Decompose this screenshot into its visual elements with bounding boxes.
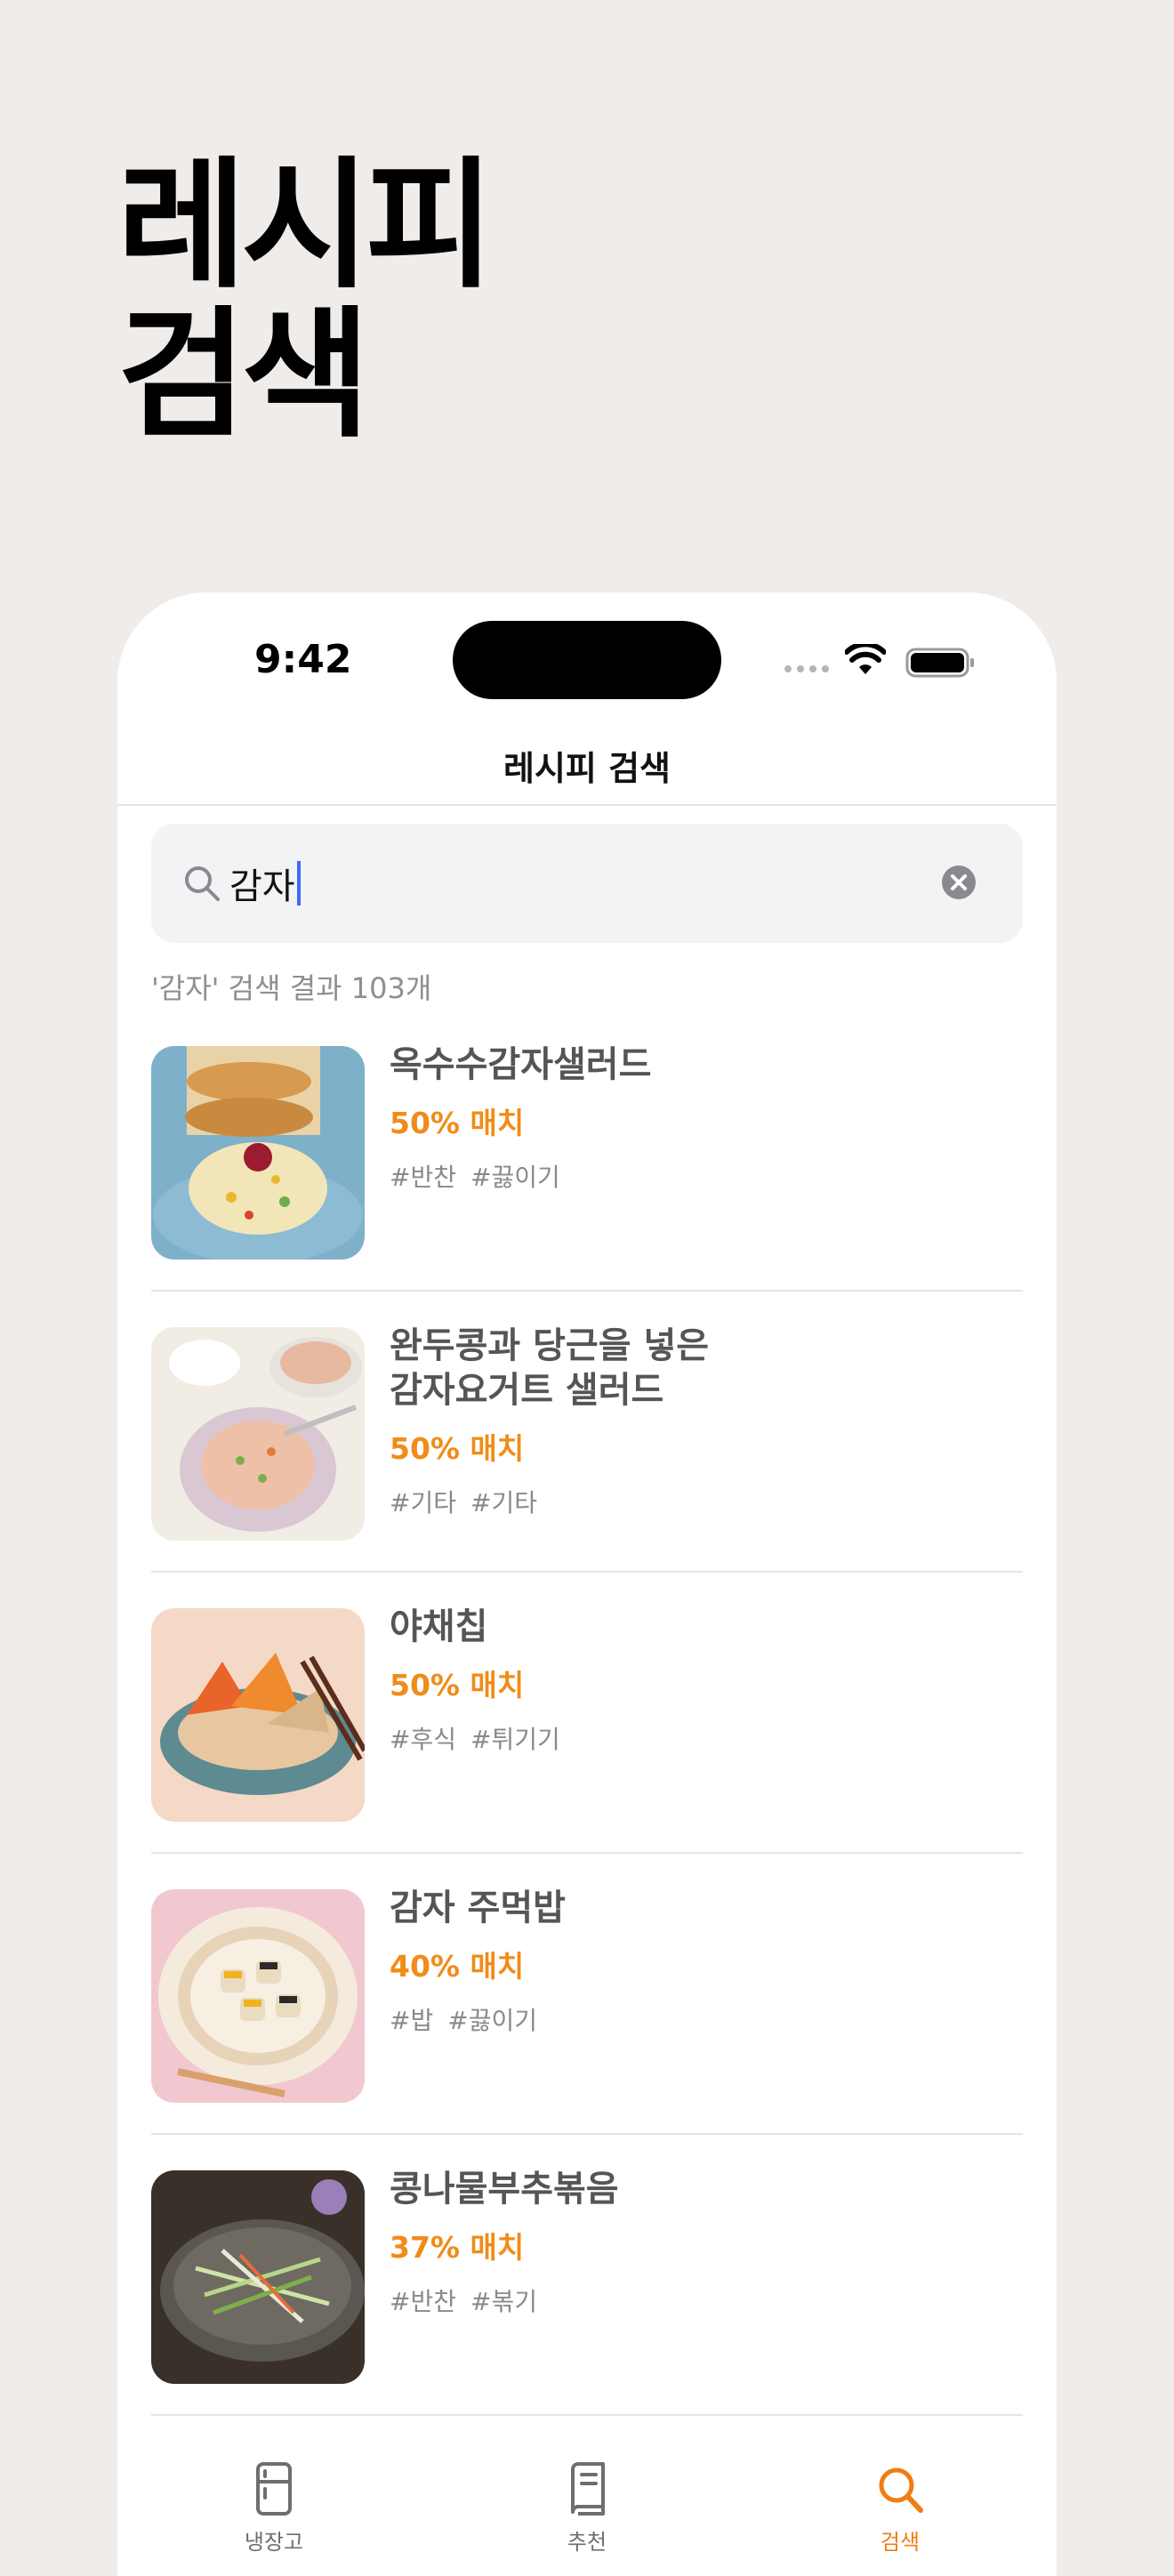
fridge-icon	[256, 2462, 292, 2516]
result-row[interactable]: 감자 주먹밥 40% 매치 #밥 #끓이기	[151, 1854, 1023, 2135]
text-caret	[296, 861, 301, 906]
tab-search[interactable]: 검색	[744, 2450, 1057, 2576]
result-row[interactable]: 야채칩 50% 매치 #후식 #튀기기	[151, 1573, 1023, 1854]
tag: #기타	[470, 1488, 537, 1517]
recipe-name: 야채칩	[390, 1606, 488, 1647]
recipe-name: 콩나물부추볶음	[390, 2169, 619, 2210]
recipe-thumbnail	[151, 1327, 365, 1541]
tag-list: #기타 #기타	[390, 1484, 1012, 1519]
cellular-signal-icon	[784, 665, 829, 672]
recipe-thumbnail	[151, 1889, 365, 2103]
search-icon	[879, 2467, 923, 2513]
book-icon	[571, 2462, 605, 2516]
phone-screen: 9:42 레시피 검색 감자 '감자' 검색 결과 103개 옥수수감자샐러드 …	[117, 592, 1057, 2576]
tab-fridge[interactable]: 냉장고	[117, 2450, 430, 2576]
status-time: 9:42	[254, 637, 352, 682]
promo-title: 레시피 검색	[117, 144, 495, 457]
battery-icon	[905, 648, 974, 678]
match-percentage: 50% 매치	[390, 1431, 525, 1466]
match-percentage: 40% 매치	[390, 1949, 525, 1984]
tag: #후식	[390, 1725, 456, 1754]
promo-title-line-1: 레시피	[117, 144, 495, 308]
tag: #반찬	[390, 2287, 456, 2316]
result-row[interactable]: 콩나물부추볶음 37% 매치 #반찬 #볶기	[151, 2135, 1023, 2416]
recipe-thumbnail	[151, 1046, 365, 1260]
tag: #기타	[390, 1488, 456, 1517]
tag-list: #반찬 #끓이기	[390, 1158, 1012, 1194]
result-row[interactable]: 완두콩과 당근을 넣은 감자요거트 샐러드 50% 매치 #기타 #기타	[151, 1292, 1023, 1573]
tag-list: #후식 #튀기기	[390, 1720, 1012, 1756]
tag-list: #밥 #끓이기	[390, 2001, 1012, 2037]
result-count: '감자' 검색 결과 103개	[151, 971, 432, 1005]
recipe-name: 감자 주먹밥	[390, 1888, 566, 1928]
recipe-thumbnail	[151, 2170, 365, 2384]
result-list: 옥수수감자샐러드 50% 매치 #반찬 #끓이기 완두콩과 당근을 넣은 감자요…	[151, 1010, 1023, 2416]
search-icon	[185, 866, 220, 901]
recipe-thumbnail	[151, 1608, 365, 1822]
match-percentage: 50% 매치	[390, 1668, 525, 1703]
tab-recommend[interactable]: 추천	[430, 2450, 744, 2576]
dynamic-island	[453, 621, 721, 699]
tag: #끓이기	[447, 2006, 537, 2035]
tag: #반찬	[390, 1163, 456, 1192]
tab-bar: 냉장고 추천 검색	[117, 2450, 1057, 2576]
nav-title: 레시피 검색	[503, 748, 671, 788]
match-percentage: 37% 매치	[390, 2230, 525, 2265]
promo-title-line-2: 검색	[117, 294, 371, 457]
search-query: 감자	[229, 866, 295, 907]
recipe-name: 완두콩과 당근을 넣은 감자요거트 샐러드	[390, 1325, 710, 1411]
result-row[interactable]: 옥수수감자샐러드 50% 매치 #반찬 #끓이기	[151, 1010, 1023, 1292]
status-bar: 9:42	[117, 592, 1057, 726]
match-percentage: 50% 매치	[390, 1106, 525, 1140]
navigation-bar: 레시피 검색	[117, 726, 1057, 806]
wifi-icon	[845, 644, 886, 674]
tag: #튀기기	[470, 1725, 560, 1754]
tag: #끓이기	[470, 1163, 560, 1192]
clear-search-icon[interactable]	[941, 865, 977, 900]
tag-list: #반찬 #볶기	[390, 2282, 1012, 2318]
recipe-name: 옥수수감자샐러드	[390, 1044, 652, 1085]
tag: #볶기	[470, 2287, 537, 2316]
search-input[interactable]: 감자	[229, 850, 301, 916]
search-bar[interactable]: 감자	[151, 824, 1023, 943]
tag: #밥	[390, 2006, 434, 2035]
